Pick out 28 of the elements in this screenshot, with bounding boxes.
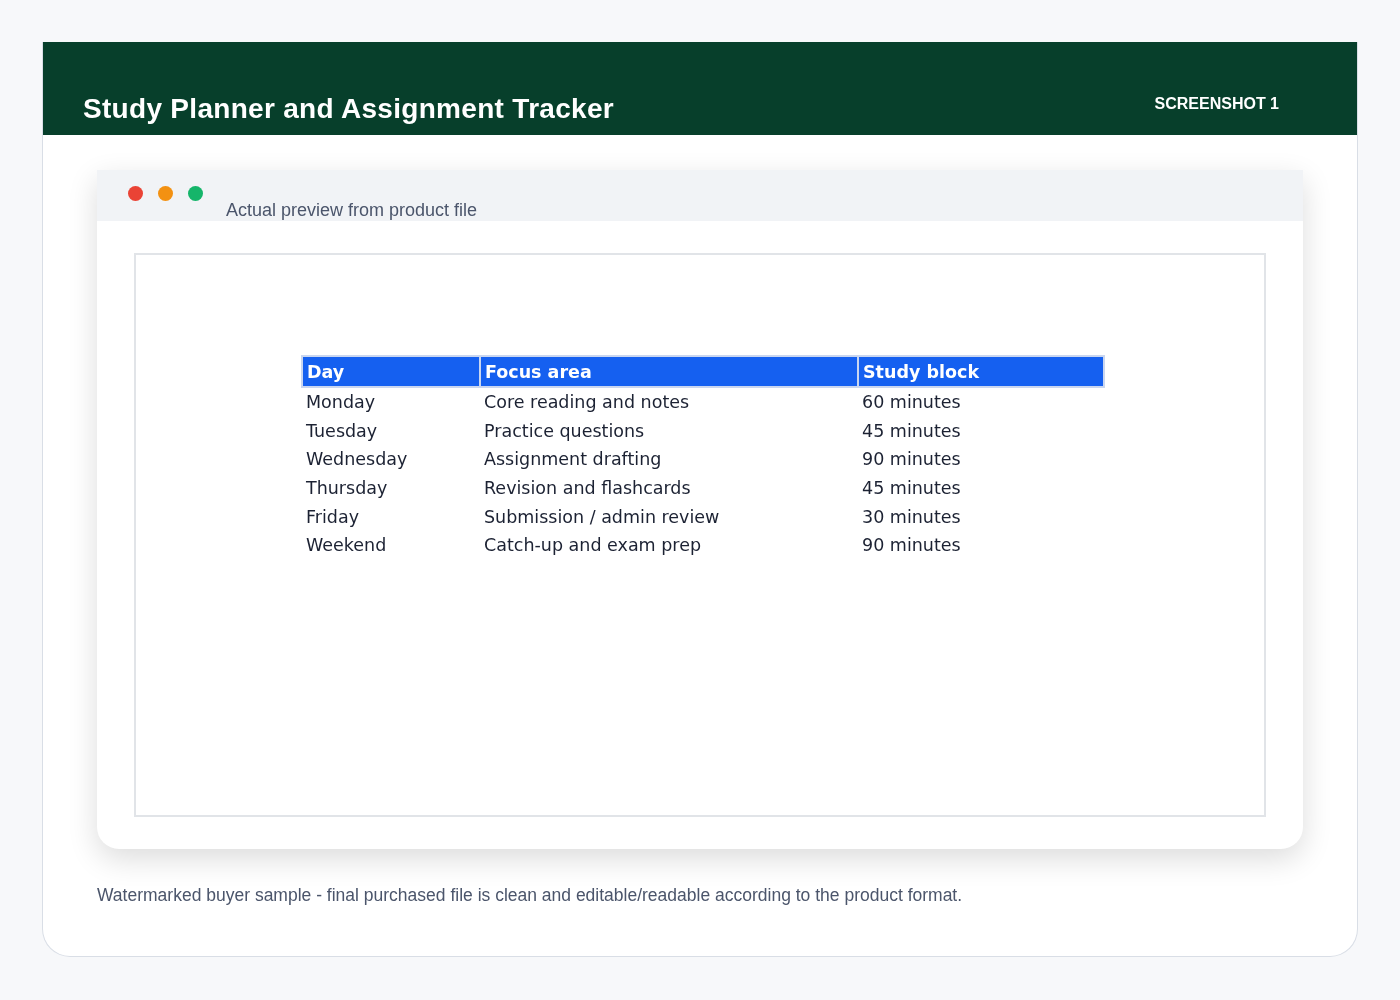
table-cell: 60 minutes	[858, 387, 1104, 417]
table-cell-text: Catch-up and exam prep	[483, 534, 703, 558]
table-cell-text: Thursday	[305, 477, 389, 501]
table-cell-text: 30 minutes	[861, 505, 962, 529]
table-cell-text: 90 minutes	[861, 448, 962, 472]
table-cell-text: Tuesday	[305, 419, 379, 443]
table-cell-text: 45 minutes	[861, 419, 962, 443]
table-cell-text: Assignment drafting	[483, 448, 663, 472]
table-cell-text: 45 minutes	[861, 477, 962, 501]
table-cell-text: 90 minutes	[861, 534, 962, 558]
column-header: Focus area	[480, 356, 858, 387]
window-caption: Actual preview from product file	[226, 200, 478, 221]
column-header: Study block	[858, 356, 1104, 387]
table-cell-text: Revision and flashcards	[483, 477, 692, 501]
table-cell-text: Weekend	[305, 534, 388, 558]
table-cell-text: Submission / admin review	[483, 505, 721, 529]
maximize-dot-icon	[188, 186, 203, 201]
close-dot-icon	[128, 186, 143, 201]
minimize-dot-icon	[158, 186, 173, 201]
footer-note: Watermarked buyer sample - final purchased file is clean and editable/readable according to the product format.	[97, 885, 964, 906]
page-title: Study Planner and Assignment Tracker	[83, 93, 615, 125]
table-cell-text: Wednesday	[305, 448, 409, 472]
column-header: Day	[302, 356, 480, 387]
table-cell: Monday	[302, 387, 480, 417]
table-cell-text: Practice questions	[483, 419, 646, 443]
table-cell: Core reading and notes	[480, 387, 858, 417]
screenshot-label: SCREENSHOT 1	[1154, 95, 1279, 114]
table-cell-text: Friday	[305, 505, 361, 529]
